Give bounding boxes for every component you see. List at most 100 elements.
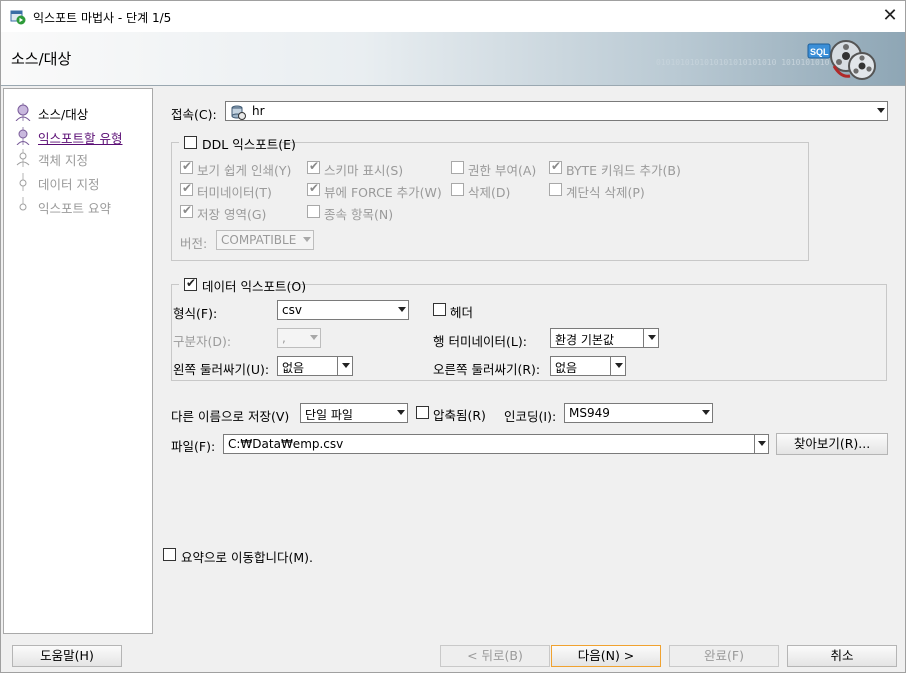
format-label: 형식(F): — [173, 306, 218, 321]
step-source-target[interactable]: 소스/대상 — [4, 101, 152, 123]
line-terminator-value: 환경 기본값 — [555, 333, 615, 347]
left-enclosure-value: 없음 — [282, 361, 305, 375]
ddl-export-label: DDL 익스포트(E) — [202, 137, 296, 152]
data-export-checkbox[interactable]: ✔ — [184, 276, 197, 291]
chevron-down-icon — [398, 307, 406, 312]
delimiter-select: , — [277, 328, 321, 348]
version-label: 버전: — [180, 236, 208, 251]
export-wizard-window: 익스포트 마법사 - 단계 1/5 ✕ 소스/대상 01010101010101… — [0, 0, 906, 673]
header-title: 소스/대상 — [11, 50, 72, 68]
compressed-checkbox[interactable] — [416, 406, 429, 419]
chevron-down-icon — [615, 363, 623, 368]
grants-checkbox — [451, 161, 464, 174]
terminator-label: 터미네이터(T) — [197, 185, 272, 200]
title-bar: 익스포트 마법사 - 단계 1/5 ✕ — [1, 1, 905, 32]
ddl-legend: DDL 익스포트(E) — [179, 134, 296, 152]
right-enclosure-label: 오른쪽 둘러싸기(R): — [433, 362, 541, 377]
step-label: 소스/대상 — [38, 107, 89, 122]
cascade-drop-checkbox — [549, 183, 562, 196]
chevron-down-icon — [342, 363, 350, 368]
chevron-down-icon — [303, 237, 311, 242]
file-path-value: C:₩Data₩emp.csv — [228, 437, 344, 451]
step-label: 익스포트할 유형 — [38, 131, 123, 146]
step-pending-marker-icon — [19, 197, 27, 211]
encoding-value: MS949 — [569, 406, 610, 420]
byte-keyword-checkbox: ✔ — [549, 159, 562, 174]
save-as-value: 단일 파일 — [305, 408, 353, 422]
database-connection-icon — [231, 105, 246, 120]
step-label: 객체 지정 — [38, 153, 88, 168]
left-enclosure-select[interactable]: 없음 — [277, 356, 353, 376]
header-checkbox[interactable] — [433, 303, 446, 316]
steps-panel: 소스/대상 익스포트할 유형 객체 지정 데이터 지정 익스포트 요약 — [3, 88, 153, 634]
left-enclosure-label: 왼쪽 둘러싸기(U): — [173, 362, 270, 377]
step-pending-marker-icon — [16, 149, 30, 167]
connection-label: 접속(C): — [171, 107, 217, 122]
delimiter-label: 구분자(D): — [173, 334, 232, 349]
jump-to-summary-checkbox[interactable] — [163, 548, 176, 561]
save-as-label: 다른 이름으로 저장(V) — [171, 409, 290, 424]
svg-text:SQL: SQL — [810, 47, 829, 57]
back-button[interactable]: < 뒤로(B) — [440, 645, 550, 667]
storage-label: 저장 영역(G) — [197, 207, 267, 222]
chevron-down-icon — [397, 410, 405, 415]
ddl-export-checkbox[interactable] — [184, 136, 197, 149]
storage-checkbox: ✔ — [180, 203, 193, 218]
file-label: 파일(F): — [171, 439, 216, 454]
file-path-input[interactable]: C:₩Data₩emp.csv — [223, 434, 755, 454]
format-select[interactable]: csv — [277, 300, 409, 320]
grants-label: 권한 부여(A) — [468, 163, 537, 178]
finish-button[interactable]: 완료(F) — [669, 645, 779, 667]
format-value: csv — [282, 303, 302, 317]
force-to-views-checkbox: ✔ — [307, 181, 320, 196]
cascade-drop-label: 계단식 삭제(P) — [566, 185, 645, 200]
browse-button[interactable]: 찾아보기(R)... — [776, 433, 888, 455]
chevron-down-icon — [702, 410, 710, 415]
drop-checkbox — [451, 183, 464, 196]
byte-keyword-label: BYTE 키워드 추가(B) — [566, 163, 681, 178]
connection-value: hr — [252, 104, 265, 118]
drop-label: 삭제(D) — [468, 185, 511, 200]
window-title: 익스포트 마법사 - 단계 1/5 — [33, 11, 172, 25]
chevron-down-icon — [758, 441, 766, 446]
chevron-down-icon — [877, 108, 885, 113]
show-schema-label: 스키마 표시(S) — [324, 163, 404, 178]
encoding-label: 인코딩(I): — [504, 409, 557, 424]
encoding-select[interactable]: MS949 — [564, 403, 713, 423]
pretty-print-checkbox: ✔ — [180, 159, 193, 174]
close-window-button[interactable]: ✕ — [877, 3, 903, 29]
right-enclosure-value: 없음 — [555, 361, 578, 375]
compressed-label: 압축됨(R) — [433, 408, 486, 423]
step-link-marker-icon — [16, 127, 30, 145]
jump-to-summary-label: 요약으로 이동합니다(M). — [181, 550, 313, 565]
dependents-label: 종속 항목(N) — [324, 207, 394, 222]
step-current-marker-icon — [15, 103, 31, 121]
step-specify-data: 데이터 지정 — [4, 171, 152, 193]
step-export-type[interactable]: 익스포트할 유형 — [4, 125, 152, 147]
file-history-dropdown[interactable] — [754, 434, 769, 454]
right-enclosure-select[interactable]: 없음 — [550, 356, 626, 376]
step-label: 데이터 지정 — [38, 177, 100, 192]
pretty-print-label: 보기 쉽게 인쇄(Y) — [197, 163, 292, 178]
cancel-button[interactable]: 취소 — [787, 645, 897, 667]
version-select: COMPATIBLE — [216, 230, 314, 250]
delimiter-value: , — [282, 331, 286, 345]
step-label: 익스포트 요약 — [38, 201, 111, 216]
connection-select[interactable]: hr — [225, 101, 888, 121]
force-to-views-label: 뷰에 FORCE 추가(W) — [324, 185, 442, 200]
data-export-label: 데이터 익스포트(O) — [202, 279, 307, 294]
line-terminator-label: 행 터미네이터(L): — [433, 334, 527, 349]
version-value: COMPATIBLE — [221, 233, 297, 247]
terminator-checkbox: ✔ — [180, 181, 193, 196]
header-label: 헤더 — [450, 305, 474, 320]
data-export-legend: ✔ 데이터 익스포트(O) — [179, 276, 306, 294]
help-button[interactable]: 도움말(H) — [12, 645, 122, 667]
next-button[interactable]: 다음(N) > — [551, 645, 661, 667]
combo-separator — [610, 357, 611, 375]
save-as-select[interactable]: 단일 파일 — [300, 403, 408, 423]
sql-reels-icon: SQL — [807, 40, 876, 80]
combo-separator — [337, 357, 338, 375]
step-pending-marker-icon — [19, 173, 27, 191]
wizard-header: 소스/대상 0101010101010101010101010 10101010… — [1, 32, 905, 86]
line-terminator-select[interactable]: 환경 기본값 — [550, 328, 659, 348]
